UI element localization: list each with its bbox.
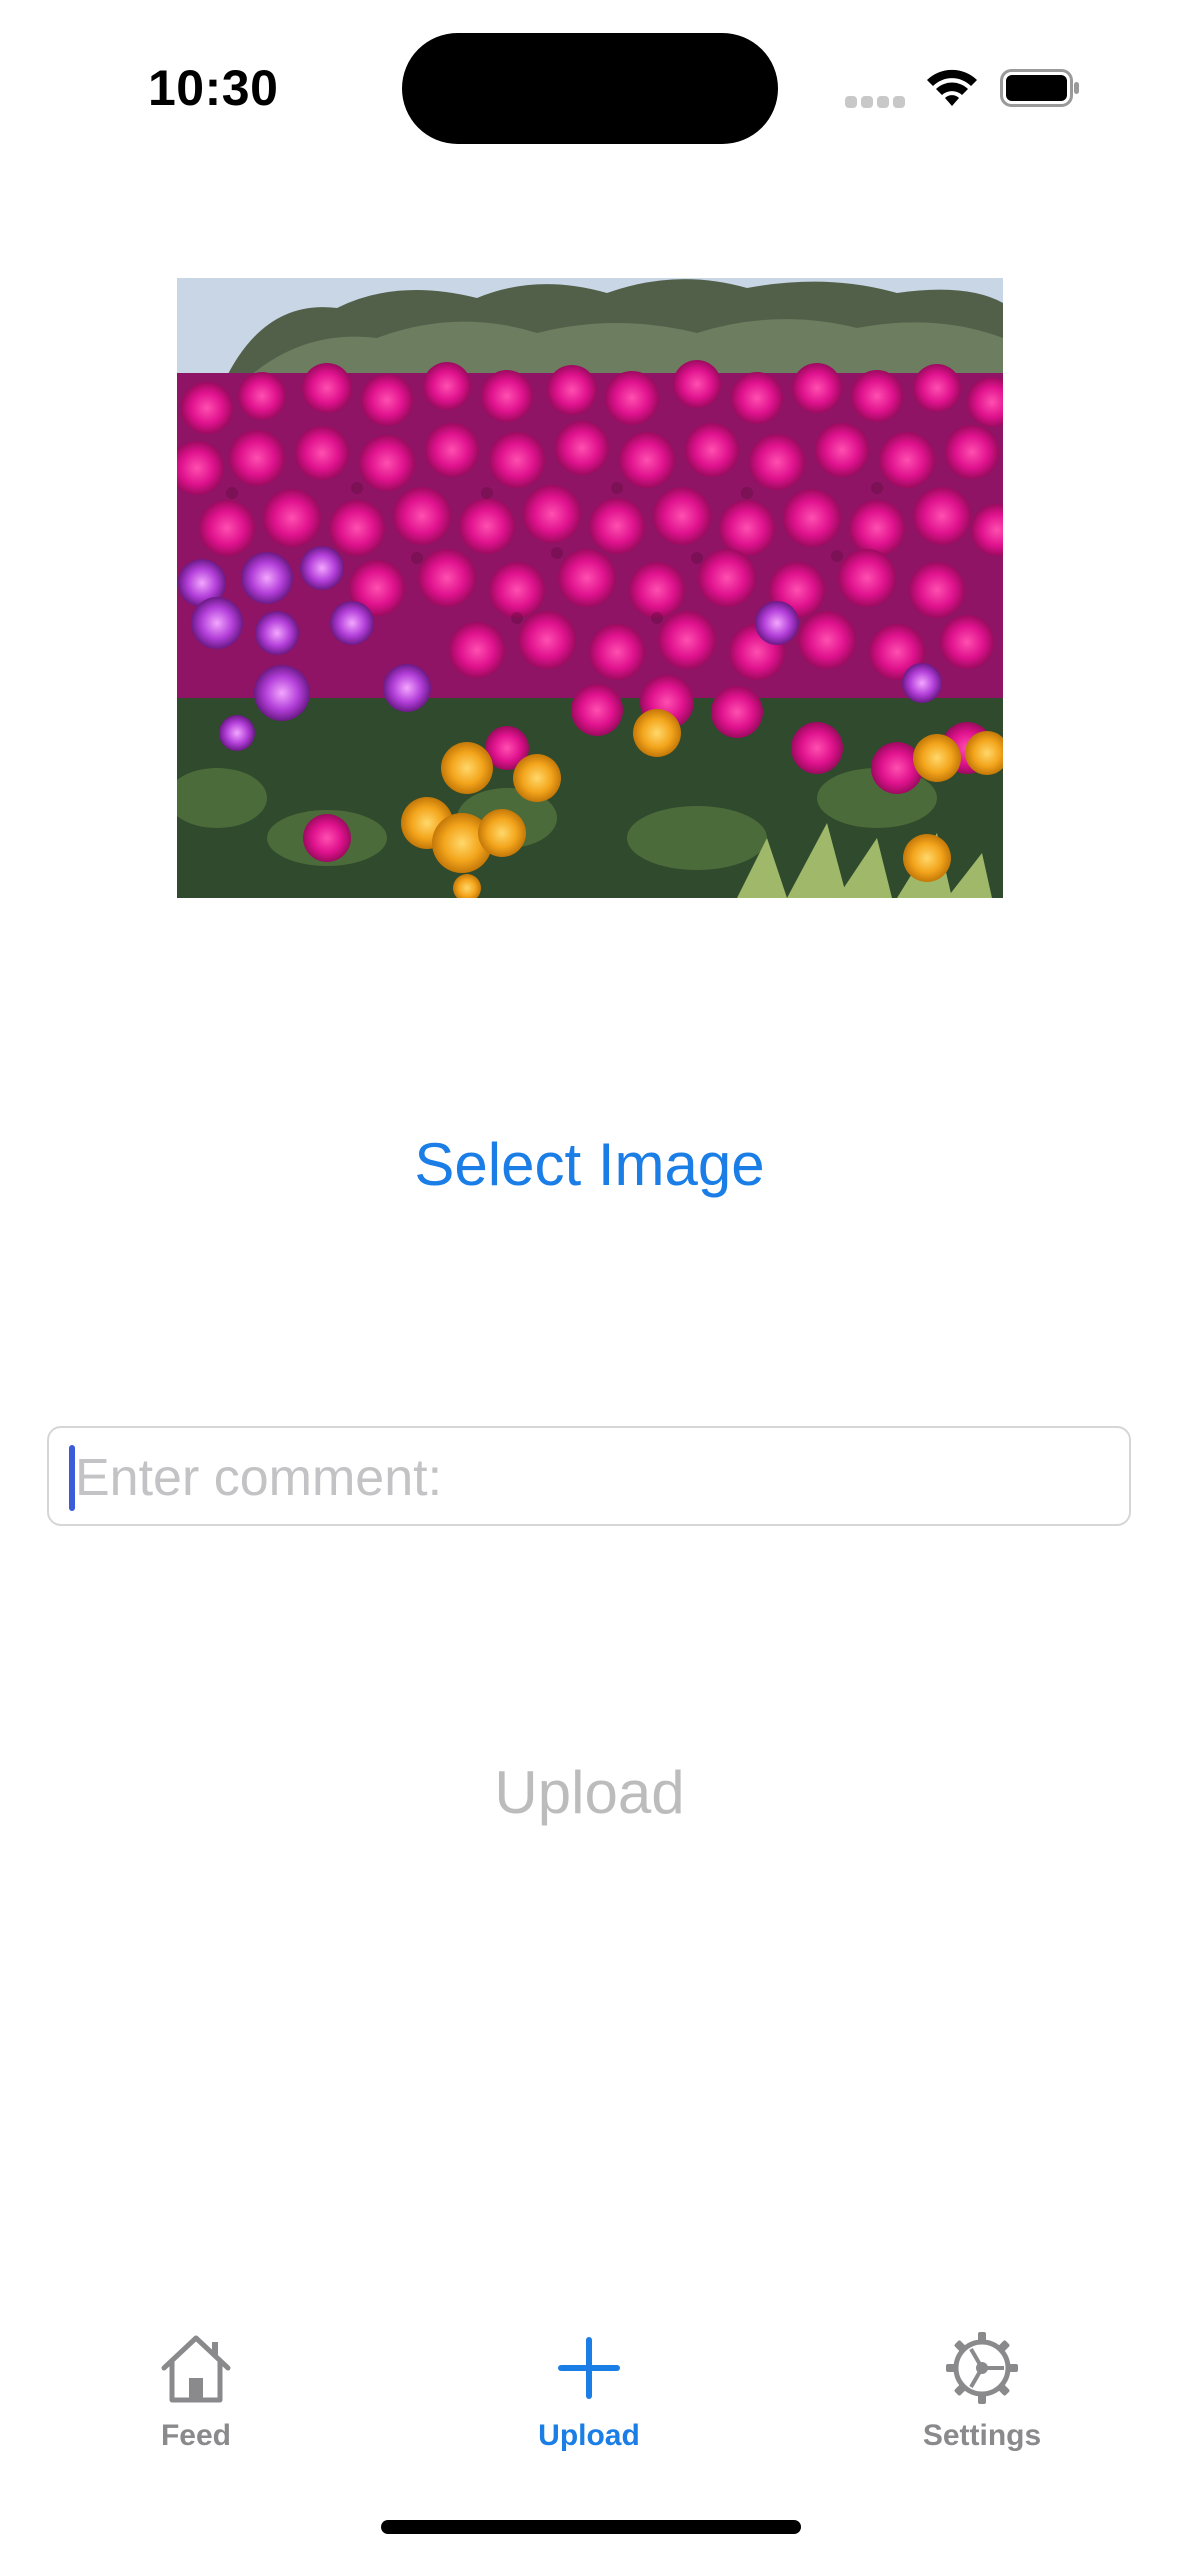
battery-icon bbox=[1000, 69, 1081, 107]
upload-button[interactable]: Upload bbox=[0, 1748, 1179, 1838]
plus-icon bbox=[549, 2328, 629, 2408]
tab-settings[interactable]: Settings bbox=[852, 2320, 1112, 2470]
comment-input[interactable]: Enter comment: bbox=[47, 1426, 1131, 1526]
status-time: 10:30 bbox=[148, 60, 279, 116]
flower-field-image bbox=[177, 278, 1003, 898]
house-icon bbox=[156, 2328, 236, 2408]
tab-feed[interactable]: Feed bbox=[66, 2320, 326, 2470]
dynamic-island bbox=[402, 33, 778, 144]
tab-feed-label: Feed bbox=[160, 2419, 232, 2452]
wifi-icon bbox=[924, 66, 980, 110]
tab-upload[interactable]: Upload bbox=[459, 2320, 719, 2470]
comment-placeholder: Enter comment: bbox=[75, 1449, 443, 1507]
home-indicator[interactable] bbox=[381, 2520, 801, 2534]
gear-icon bbox=[942, 2328, 1022, 2408]
tab-upload-label: Upload bbox=[538, 2419, 640, 2452]
cellular-signal-icon bbox=[845, 96, 907, 110]
select-image-button[interactable]: Select Image bbox=[0, 1120, 1179, 1210]
selected-photo bbox=[177, 278, 1003, 898]
tab-settings-label: Settings bbox=[922, 2419, 1042, 2452]
upload-screen: 10:30 Select Image Enter comment: Upload… bbox=[0, 0, 1179, 2556]
